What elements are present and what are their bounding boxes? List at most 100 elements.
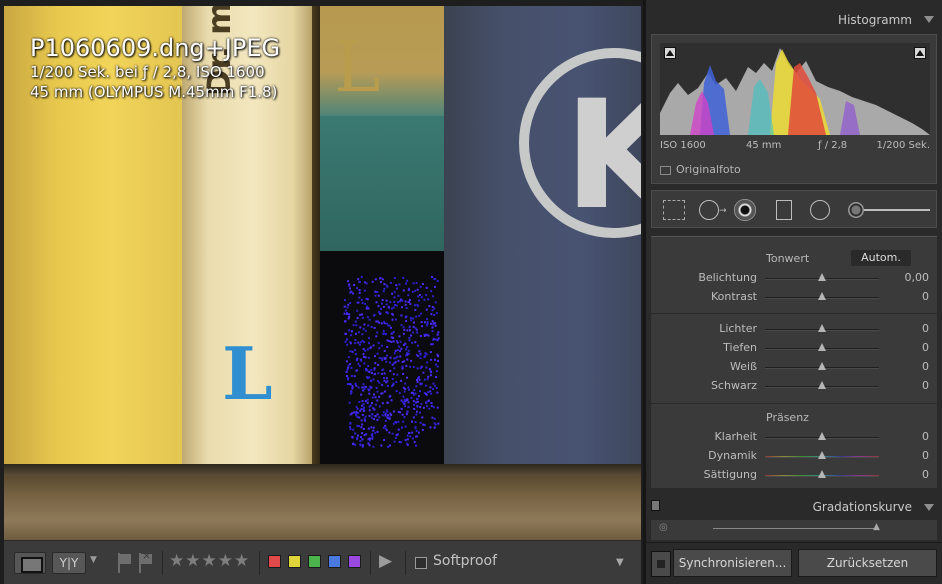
auto-sync-toggle[interactable] — [651, 551, 671, 577]
toolbar-divider — [162, 551, 163, 575]
tone-curve-line — [713, 528, 877, 529]
shadow-clipping-area — [320, 251, 444, 466]
tone-curve-preview: ◎ ▲ — [651, 520, 937, 540]
slider-value[interactable]: 0 — [922, 360, 929, 373]
slider-handle[interactable] — [818, 362, 826, 370]
panel-footer: Synchronisieren... Zurücksetzen — [646, 542, 942, 584]
flag-icon[interactable] — [117, 553, 131, 573]
slider-row-kontrast: Kontrast 0 — [651, 289, 937, 307]
graduated-filter-icon[interactable] — [776, 200, 792, 220]
radial-filter-icon[interactable] — [810, 200, 830, 220]
slider-row-dynamik: Dynamik 0 — [651, 448, 937, 466]
shutter-speed: 1/200 Sek. — [876, 140, 930, 151]
slider-row-schwarz: Schwarz 0 — [651, 378, 937, 396]
star-rating[interactable]: ★★★★★ — [169, 551, 250, 571]
slider-label: Schwarz — [710, 379, 757, 392]
photo-preview[interactable]: L K Dr. med. Ecka L P1060609.dng+JPEG 1/… — [4, 6, 641, 540]
logo-letter: K — [564, 69, 641, 243]
slider-handle[interactable] — [818, 381, 826, 389]
reset-button[interactable]: Zurücksetzen — [798, 549, 937, 577]
slider-handle[interactable] — [818, 324, 826, 332]
slider-value[interactable]: 0 — [922, 379, 929, 392]
slider-row-tiefen: Tiefen 0 — [651, 340, 937, 358]
red-eye-icon[interactable] — [734, 199, 756, 221]
reject-flag-icon[interactable] — [138, 549, 152, 573]
photo-lens: 45 mm (OLYMPUS M.45mm F1.8) — [30, 83, 278, 101]
slider-label: Dynamik — [708, 449, 757, 462]
slider-row-sättigung: Sättigung 0 — [651, 467, 937, 485]
teal-book-letter: L — [334, 26, 381, 108]
histogram-graph[interactable] — [660, 43, 930, 135]
lightroom-develop-window: L K Dr. med. Ecka L P1060609.dng+JPEG 1/… — [0, 0, 942, 584]
slider-label: Klarheit — [714, 430, 757, 443]
original-photo-checkbox[interactable] — [660, 166, 671, 175]
original-photo-label: Originalfoto — [676, 163, 741, 176]
clipping-noise — [343, 276, 440, 448]
slider-handle[interactable] — [818, 273, 826, 281]
toolbar-divider — [259, 551, 260, 575]
slideshow-play-icon[interactable]: ▶ — [379, 551, 392, 571]
histogram-panel: ISO 1600 45 mm ƒ / 2,8 1/200 Sek. Origin… — [651, 34, 937, 184]
color-label-purple[interactable] — [348, 555, 361, 568]
book-spine-letter: L — [222, 331, 273, 416]
photo-filename: P1060609.dng+JPEG — [30, 34, 281, 62]
auto-tone-button[interactable]: Autom. — [851, 250, 911, 266]
presence-group-title: Präsenz — [766, 411, 809, 424]
slider-value[interactable]: 0 — [922, 430, 929, 443]
toolbar-divider — [405, 551, 406, 575]
compare-view-button[interactable]: Y|Y — [52, 552, 86, 574]
histogram-exif: ISO 1600 45 mm ƒ / 2,8 1/200 Sek. — [660, 140, 930, 156]
tone-curve-header[interactable]: Gradationskurve — [646, 494, 942, 520]
target-adjust-icon[interactable]: ◎ — [659, 522, 668, 533]
highlight-clipping-toggle[interactable] — [914, 47, 926, 59]
slider-handle[interactable] — [818, 451, 826, 459]
crop-tool-icon[interactable] — [663, 200, 685, 220]
loupe-view-button[interactable] — [14, 552, 46, 574]
spot-removal-arrow-icon: → — [719, 206, 727, 216]
slider-label: Kontrast — [711, 290, 757, 303]
photo-info-overlay: P1060609.dng+JPEG 1/200 Sek. bei ƒ / 2,8… — [30, 34, 280, 102]
toolbar-divider — [370, 551, 371, 575]
slider-label: Lichter — [719, 322, 757, 335]
slider-handle[interactable] — [818, 432, 826, 440]
color-label-blue[interactable] — [328, 555, 341, 568]
color-label-green[interactable] — [308, 555, 321, 568]
section-divider — [651, 313, 937, 314]
collapse-triangle-icon[interactable] — [924, 16, 934, 23]
spot-removal-icon[interactable] — [699, 200, 719, 220]
tool-strip: → — [651, 190, 937, 228]
slider-value[interactable]: 0 — [922, 290, 929, 303]
color-label-red[interactable] — [268, 555, 281, 568]
sync-button[interactable]: Synchronisieren... — [673, 549, 792, 577]
slider-row-klarheit: Klarheit 0 — [651, 429, 937, 447]
histogram-title: Histogramm — [838, 13, 912, 27]
slider-label: Belichtung — [698, 271, 757, 284]
slider-value[interactable]: 0 — [922, 468, 929, 481]
right-panel: Histogramm ISO 1600 45 mm ƒ / 2,8 1/200 … — [643, 0, 942, 584]
tone-curve-toggle[interactable] — [651, 500, 660, 511]
aperture-value: ƒ / 2,8 — [818, 140, 848, 151]
toolbar-options-menu-icon[interactable]: ▼ — [616, 557, 624, 568]
iso-value: ISO 1600 — [660, 140, 706, 151]
slider-handle[interactable] — [818, 343, 826, 351]
slider-value[interactable]: 0 — [922, 322, 929, 335]
adjustment-brush-icon[interactable] — [848, 202, 864, 218]
bottom-toolbar: Y|Y ▼ ★★★★★ ▶ Softproof ▼ — [4, 540, 641, 584]
slider-handle[interactable] — [818, 470, 826, 478]
slider-label: Tiefen — [723, 341, 757, 354]
slider-value[interactable]: 0 — [922, 449, 929, 462]
slider-value[interactable]: 0 — [922, 341, 929, 354]
shadow-clipping-toggle[interactable] — [664, 47, 676, 59]
photo-exposure: 1/200 Sek. bei ƒ / 2,8, ISO 1600 — [30, 63, 265, 81]
collapse-triangle-icon[interactable] — [924, 504, 934, 511]
compare-view-dropdown-icon[interactable]: ▼ — [90, 555, 97, 565]
softproof-label: Softproof — [433, 553, 498, 569]
histogram-header[interactable]: Histogramm — [646, 8, 942, 32]
tone-curve-marker-icon: ▲ — [873, 522, 880, 532]
slider-handle[interactable] — [818, 292, 826, 300]
slider-row-weiß: Weiß 0 — [651, 359, 937, 377]
color-label-yellow[interactable] — [288, 555, 301, 568]
section-divider — [651, 403, 937, 404]
slider-value[interactable]: 0,00 — [905, 271, 930, 284]
softproof-checkbox[interactable] — [415, 557, 427, 569]
